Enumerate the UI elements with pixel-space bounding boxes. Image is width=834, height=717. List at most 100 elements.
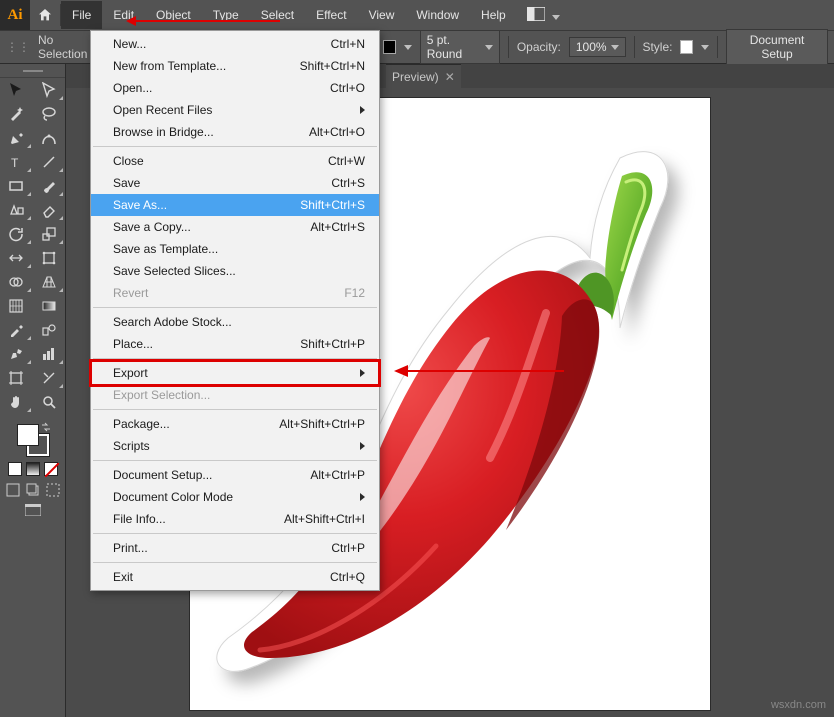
lasso-tool[interactable] <box>33 102 66 126</box>
menu-item-shortcut: F12 <box>344 286 365 300</box>
menu-item-shortcut: Shift+Ctrl+N <box>300 59 365 73</box>
free-transform-tool[interactable] <box>33 246 66 270</box>
color-mode-gradient[interactable] <box>26 462 40 476</box>
scale-tool[interactable] <box>33 222 66 246</box>
menu-item-save-selected-slices[interactable]: Save Selected Slices... <box>91 260 379 282</box>
selection-tool[interactable] <box>0 78 33 102</box>
grab-icon[interactable]: ⋮⋮ <box>6 40 30 54</box>
menu-item-close[interactable]: CloseCtrl+W <box>91 150 379 172</box>
slice-tool[interactable] <box>33 366 66 390</box>
rotate-tool[interactable] <box>0 222 33 246</box>
menu-item-save-as[interactable]: Save As...Shift+Ctrl+S <box>91 194 379 216</box>
menubar-edit[interactable]: Edit <box>102 1 145 29</box>
hand-tool[interactable] <box>0 390 33 414</box>
stroke-weight-field[interactable]: 5 pt. Round <box>420 30 500 64</box>
style-swatch[interactable] <box>680 40 693 54</box>
menubar-file[interactable]: File <box>61 1 102 29</box>
svg-text:T: T <box>11 156 19 170</box>
menu-item-browse-in-bridge[interactable]: Browse in Bridge...Alt+Ctrl+O <box>91 121 379 143</box>
shape-builder-tool[interactable] <box>0 270 33 294</box>
menu-item-shortcut: Ctrl+O <box>330 81 365 95</box>
pen-tool[interactable] <box>0 126 33 150</box>
menu-item-export-selection: Export Selection... <box>91 384 379 406</box>
menu-item-new[interactable]: New...Ctrl+N <box>91 33 379 55</box>
rectangle-tool[interactable] <box>0 174 33 198</box>
submenu-arrow-icon <box>360 493 365 501</box>
menu-item-save-as-template[interactable]: Save as Template... <box>91 238 379 260</box>
perspective-grid-tool[interactable] <box>33 270 66 294</box>
gradient-tool[interactable] <box>33 294 66 318</box>
home-icon[interactable] <box>30 0 60 30</box>
toolbox-grip[interactable] <box>0 64 65 78</box>
eraser-tool[interactable] <box>33 198 66 222</box>
menubar-effect[interactable]: Effect <box>305 1 357 29</box>
menubar-type[interactable]: Type <box>202 1 250 29</box>
file-menu: New...Ctrl+N New from Template... Shift+Ct… <box>90 30 380 591</box>
menu-item-save-a-copy[interactable]: Save a Copy...Alt+Ctrl+S <box>91 216 379 238</box>
menubar-object[interactable]: Object <box>145 1 202 29</box>
eyedropper-tool[interactable] <box>0 318 33 342</box>
curvature-tool[interactable] <box>33 126 66 150</box>
stroke-swatch[interactable] <box>383 40 396 54</box>
shaper-tool[interactable] <box>0 198 33 222</box>
direct-selection-tool[interactable] <box>33 78 66 102</box>
draw-normal-icon[interactable] <box>4 482 22 498</box>
menu-item-package[interactable]: Package...Alt+Shift+Ctrl+P <box>91 413 379 435</box>
menu-item-label: Scripts <box>113 439 150 453</box>
menubar-help[interactable]: Help <box>470 1 517 29</box>
stroke-swatch-caret[interactable] <box>404 45 412 50</box>
menu-item-save[interactable]: SaveCtrl+S <box>91 172 379 194</box>
document-setup-button[interactable]: Document Setup <box>726 29 828 65</box>
menu-item-document-setup[interactable]: Document Setup...Alt+Ctrl+P <box>91 464 379 486</box>
menu-item-export[interactable]: Export <box>91 362 379 384</box>
menu-item-label: New from Template... <box>113 59 226 73</box>
menubar-window[interactable]: Window <box>405 1 470 29</box>
line-segment-tool[interactable] <box>33 150 66 174</box>
menu-item-scripts[interactable]: Scripts <box>91 435 379 457</box>
menu-separator <box>93 409 377 410</box>
menu-separator <box>93 358 377 359</box>
menu-item-label: Print... <box>113 541 148 555</box>
draw-behind-icon[interactable] <box>24 482 42 498</box>
menu-item-file-info[interactable]: File Info...Alt+Shift+Ctrl+I <box>91 508 379 530</box>
menu-item-open-recent-files[interactable]: Open Recent Files <box>91 99 379 121</box>
menubar-select[interactable]: Select <box>250 1 305 29</box>
close-tab-icon[interactable]: ✕ <box>445 70 455 84</box>
opacity-field[interactable]: 100% <box>569 37 626 57</box>
style-caret[interactable] <box>701 45 709 50</box>
paintbrush-tool[interactable] <box>33 174 66 198</box>
menu-item-label: File Info... <box>113 512 166 526</box>
width-tool[interactable] <box>0 246 33 270</box>
menu-item-search-adobe-stock[interactable]: Search Adobe Stock... <box>91 311 379 333</box>
menu-item-document-color-mode[interactable]: Document Color Mode <box>91 486 379 508</box>
menu-item-exit[interactable]: ExitCtrl+Q <box>91 566 379 588</box>
screen-mode-icon[interactable] <box>24 502 42 518</box>
menubar-view[interactable]: View <box>358 1 406 29</box>
mesh-tool[interactable] <box>0 294 33 318</box>
zoom-tool[interactable] <box>33 390 66 414</box>
menu-item-label: Place... <box>113 337 153 351</box>
swap-fill-stroke-icon[interactable] <box>41 422 51 432</box>
menu-item-label: Save as Template... <box>113 242 218 256</box>
color-mode-none[interactable] <box>44 462 58 476</box>
color-mode-solid[interactable] <box>8 462 22 476</box>
menu-item-label: Package... <box>113 417 170 431</box>
menu-item-open[interactable]: Open...Ctrl+O <box>91 77 379 99</box>
magic-wand-tool[interactable] <box>0 102 33 126</box>
artboard-tool[interactable] <box>0 366 33 390</box>
menu-separator <box>93 562 377 563</box>
fill-stroke-control[interactable] <box>17 424 49 456</box>
blend-tool[interactable] <box>33 318 66 342</box>
workspace-switcher-icon[interactable] <box>527 7 560 24</box>
fill-color-box[interactable] <box>17 424 39 446</box>
app-logo[interactable]: Ai <box>0 0 30 30</box>
menu-item-new-from-template[interactable]: New from Template... Shift+Ctrl+N <box>91 55 379 77</box>
column-graph-tool[interactable] <box>33 342 66 366</box>
menu-item-place[interactable]: Place...Shift+Ctrl+P <box>91 333 379 355</box>
style-label: Style: <box>642 40 672 54</box>
draw-inside-icon[interactable] <box>44 482 62 498</box>
document-tab[interactable]: Preview) ✕ <box>386 64 461 88</box>
menu-item-print[interactable]: Print...Ctrl+P <box>91 537 379 559</box>
type-tool[interactable]: T <box>0 150 33 174</box>
symbol-sprayer-tool[interactable] <box>0 342 33 366</box>
